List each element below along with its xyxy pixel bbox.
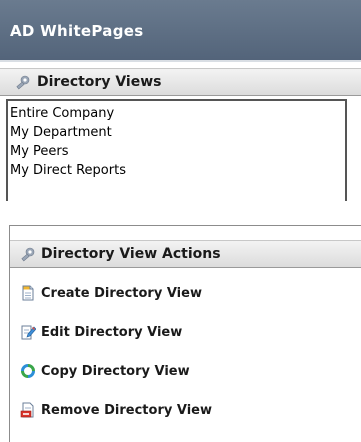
app-title: AD WhitePages	[10, 22, 144, 40]
gear-icon	[14, 74, 32, 92]
copy-directory-view-label: Copy Directory View	[41, 363, 190, 379]
new-document-icon	[20, 285, 36, 301]
list-item[interactable]: My Department	[8, 123, 345, 142]
list-item[interactable]: My Direct Reports	[8, 161, 345, 180]
edit-directory-view-button[interactable]: Edit Directory View	[20, 322, 182, 342]
directory-views-header: Directory Views	[0, 68, 361, 96]
list-item[interactable]: Entire Company	[8, 104, 345, 123]
directory-views-listbox[interactable]: Entire Company My Department My Peers My…	[6, 99, 347, 201]
app-header: AD WhitePages	[0, 0, 361, 60]
copy-recycle-icon	[20, 363, 36, 379]
edit-document-icon	[20, 324, 37, 340]
page: AD WhitePages Directory Views Entire Com…	[0, 0, 361, 442]
directory-view-actions-header: Directory View Actions	[10, 240, 361, 268]
directory-view-actions-title: Directory View Actions	[41, 246, 221, 262]
directory-views-title: Directory Views	[37, 74, 162, 90]
remove-directory-view-button[interactable]: Remove Directory View	[20, 400, 212, 420]
list-item[interactable]: My Peers	[8, 142, 345, 161]
create-directory-view-button[interactable]: Create Directory View	[20, 283, 202, 303]
remove-document-icon	[20, 402, 36, 418]
remove-directory-view-label: Remove Directory View	[41, 402, 212, 418]
copy-directory-view-button[interactable]: Copy Directory View	[20, 361, 190, 381]
directory-view-actions-panel: Directory View Actions Create Directory …	[9, 225, 361, 442]
header-divider	[0, 60, 361, 62]
gear-icon	[19, 246, 37, 264]
edit-directory-view-label: Edit Directory View	[41, 324, 183, 340]
create-directory-view-label: Create Directory View	[41, 285, 202, 301]
